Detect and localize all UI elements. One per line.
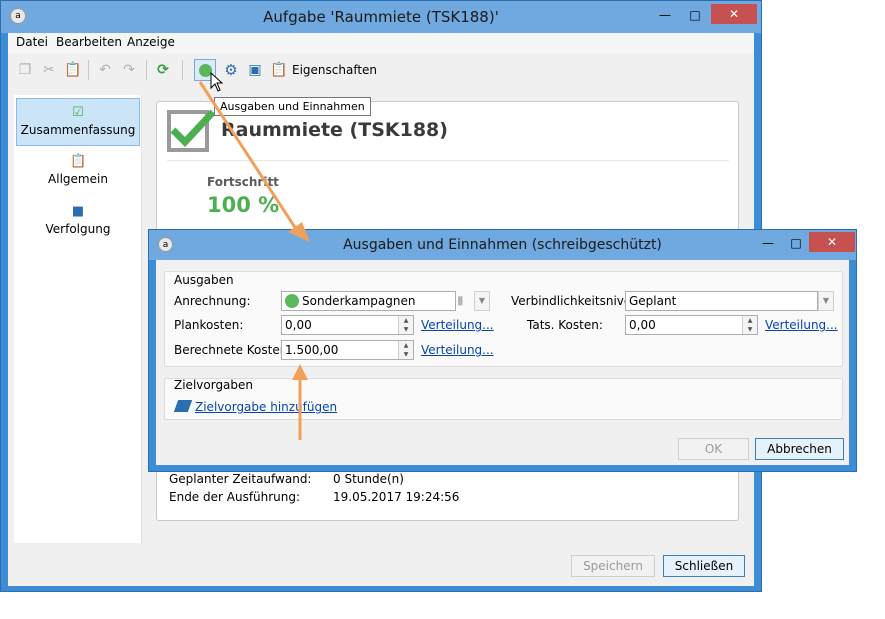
- sidebar-item-allgemein[interactable]: 📋 Allgemein: [16, 148, 140, 196]
- budget-icon: [285, 294, 299, 308]
- tooltip: Ausgaben und Einnahmen: [214, 97, 371, 116]
- save-button[interactable]: Speichern: [571, 555, 655, 577]
- tats-kosten-label: Tats. Kosten:: [527, 318, 603, 332]
- verbindlichkeit-dropdown-icon[interactable]: ▼: [818, 291, 834, 311]
- plankosten-spinner[interactable]: ▲ ▼: [398, 316, 413, 334]
- folder-icon[interactable]: ▮: [457, 293, 473, 309]
- sidebar-item-label: Allgemein: [48, 172, 108, 186]
- ausgaben-group-title: Ausgaben: [174, 273, 234, 287]
- dialog-title-bar: a Ausgaben und Einnahmen (schreibgeschüt…: [149, 230, 856, 260]
- title-divider: [167, 160, 729, 161]
- checklist-icon: ☑: [72, 105, 84, 120]
- maximize-button[interactable]: □: [681, 5, 709, 25]
- copy-icon[interactable]: ❐: [16, 61, 34, 79]
- detail-value-ende: 19.05.2017 19:24:56: [333, 490, 460, 504]
- close-button[interactable]: Schließen: [663, 555, 745, 577]
- refresh-icon[interactable]: ⟳: [154, 61, 172, 79]
- anrechnung-value: Sonderkampagnen: [302, 294, 416, 308]
- maximize-button[interactable]: □: [782, 233, 810, 253]
- sidebar-item-zusammenfassung[interactable]: ☑ Zusammenfassung: [16, 98, 140, 146]
- properties-button[interactable]: Eigenschaften: [292, 63, 377, 77]
- minimize-button[interactable]: —: [754, 233, 782, 253]
- zielvorgaben-group-title: Zielvorgaben: [174, 378, 254, 392]
- menu-datei[interactable]: Datei: [16, 35, 48, 49]
- tats-kosten-value: 0,00: [629, 318, 656, 332]
- sidebar-item-verfolgung[interactable]: ■ Verfolgung: [16, 198, 140, 246]
- berechnete-verteilung-link[interactable]: Verteilung...: [421, 343, 494, 357]
- properties-icon[interactable]: 📋: [270, 61, 288, 79]
- anrechnung-dropdown-icon[interactable]: ▼: [474, 291, 490, 311]
- gear-icon[interactable]: ⚙: [222, 61, 240, 79]
- ok-button[interactable]: OK: [678, 438, 749, 460]
- clipboard-icon: 📋: [70, 154, 87, 169]
- close-dialog-button[interactable]: ✕: [809, 232, 855, 252]
- verbindlichkeit-value: Geplant: [629, 294, 677, 308]
- toolbar-separator: [146, 60, 147, 80]
- plankosten-value: 0,00: [285, 318, 312, 332]
- progress-value: 100 %: [207, 193, 280, 217]
- dialog-body: Ausgaben Anrechnung: Sonderkampagnen ▮ ▼…: [156, 260, 849, 465]
- sidebar-item-label: Verfolgung: [45, 222, 111, 236]
- sidebar: ☑ Zusammenfassung 📋 Allgemein ■ Verfolgu…: [14, 95, 142, 543]
- berechnete-kosten-field[interactable]: 1.500,00 ▲ ▼: [281, 340, 414, 360]
- tats-kosten-spinner[interactable]: ▲ ▼: [742, 316, 757, 334]
- plankosten-verteilung-link[interactable]: Verteilung...: [421, 318, 494, 332]
- minimize-button[interactable]: —: [651, 5, 679, 25]
- tracking-icon: ■: [71, 204, 85, 219]
- task-title: Raummiete (TSK188): [221, 119, 448, 141]
- berechnete-kosten-value: 1.500,00: [285, 343, 339, 357]
- menu-bar: Datei Bearbeiten Anzeige: [8, 33, 754, 53]
- cancel-button[interactable]: Abbrechen: [755, 438, 844, 460]
- toolbar-separator: [182, 60, 183, 80]
- berechnete-kosten-spinner[interactable]: ▲ ▼: [398, 341, 413, 359]
- detail-label-zeitaufwand: Geplanter Zeitaufwand:: [169, 472, 312, 486]
- budget-dialog: a Ausgaben und Einnahmen (schreibgeschüt…: [148, 229, 857, 472]
- progress-label: Fortschritt: [207, 175, 279, 189]
- sidebar-item-label: Zusammenfassung: [20, 123, 136, 137]
- anrechnung-label: Anrechnung:: [174, 294, 251, 308]
- workflow-icon[interactable]: ▣: [246, 61, 264, 79]
- budget-icon[interactable]: [194, 59, 216, 81]
- detail-value-zeitaufwand: 0 Stunde(n): [333, 472, 404, 486]
- window-title: Aufgabe 'Raummiete (TSK188)': [263, 8, 499, 26]
- tats-kosten-verteilung-link[interactable]: Verteilung...: [765, 318, 838, 332]
- verbindlichkeit-select[interactable]: Geplant: [625, 291, 818, 311]
- menu-anzeige[interactable]: Anzeige: [127, 35, 175, 49]
- paste-icon[interactable]: 📋: [64, 61, 82, 79]
- success-check-icon: [167, 109, 216, 152]
- tats-kosten-field[interactable]: 0,00 ▲ ▼: [625, 315, 758, 335]
- undo-icon[interactable]: ↶: [96, 61, 114, 79]
- close-window-button[interactable]: ✕: [711, 4, 757, 24]
- cut-icon[interactable]: ✂: [40, 61, 58, 79]
- detail-label-ende: Ende der Ausführung:: [169, 490, 301, 504]
- plankosten-label: Plankosten:: [174, 318, 244, 332]
- plankosten-field[interactable]: 0,00 ▲ ▼: [281, 315, 414, 335]
- redo-icon[interactable]: ↷: [120, 61, 138, 79]
- menu-bearbeiten[interactable]: Bearbeiten: [56, 35, 122, 49]
- toolbar-separator: [88, 60, 89, 80]
- anrechnung-field[interactable]: Sonderkampagnen: [281, 291, 456, 311]
- dialog-title: Ausgaben und Einnahmen (schreibgeschützt…: [343, 237, 662, 253]
- berechnete-kosten-label: Berechnete Kosten:: [174, 343, 292, 357]
- main-title-bar: a Aufgabe 'Raummiete (TSK188)' — □ ✕: [1, 1, 761, 33]
- add-target-link[interactable]: Zielvorgabe hinzufügen: [195, 400, 337, 414]
- toolbar: ❐ ✂ 📋 ↶ ↷ ⟳ ⚙ ▣ 📋 Eigenschaften: [8, 55, 754, 85]
